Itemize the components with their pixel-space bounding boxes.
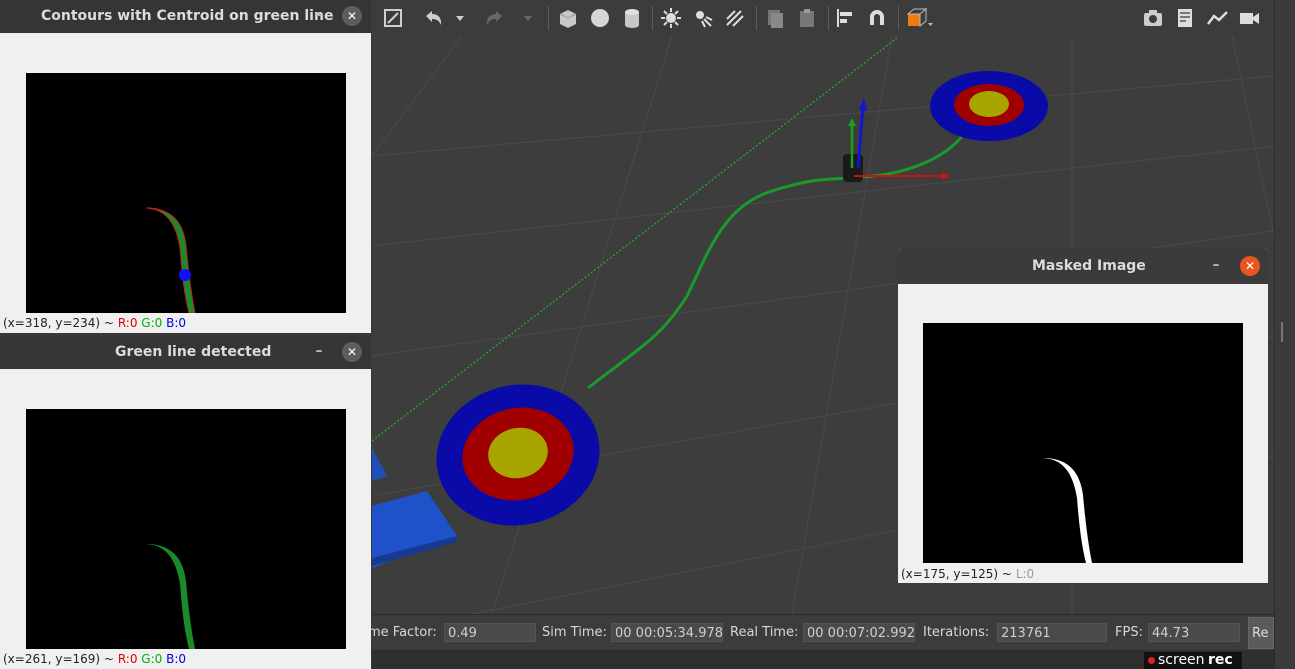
real-time-label: Real Time: [730, 625, 799, 640]
splitter-handle-icon[interactable] [1275, 0, 1295, 669]
green-line-window-titlebar[interactable]: Green line detected – ✕ [0, 336, 371, 369]
close-button[interactable]: ✕ [342, 6, 362, 26]
masked-window-titlebar[interactable]: Masked Image – ✕ [898, 248, 1268, 284]
fps-label: FPS: [1115, 625, 1143, 640]
close-button[interactable]: ✕ [1240, 256, 1260, 276]
contours-window-titlebar[interactable]: Contours with Centroid on green line – ✕ [0, 0, 371, 33]
window-title: Green line detected [115, 344, 272, 360]
time-factor-label: me Factor: [368, 625, 437, 640]
magnet-icon[interactable] [866, 7, 888, 29]
spot-light-icon[interactable] [692, 7, 714, 29]
dropdown-icon[interactable] [454, 7, 466, 29]
cylinder-icon[interactable] [621, 7, 643, 29]
blue-block [372, 448, 387, 481]
copy-icon[interactable] [764, 7, 786, 29]
point-light-icon[interactable] [660, 7, 682, 29]
sim-time-label: Sim Time: [542, 625, 607, 640]
fullscreen-icon[interactable] [382, 7, 404, 29]
window-title: Masked Image [1032, 258, 1146, 274]
mask-render [1043, 458, 1092, 563]
log-icon[interactable] [1174, 7, 1196, 29]
reset-time-button[interactable]: Re [1248, 617, 1274, 649]
undo-icon[interactable] [422, 7, 444, 29]
video-record-icon[interactable] [1238, 7, 1260, 29]
iterations-label: Iterations: [923, 625, 990, 640]
minimize-button[interactable]: – [311, 7, 327, 25]
box-icon[interactable] [557, 7, 579, 29]
green-line-window: Green line detected – ✕ (x=261, y=169) ~… [0, 336, 371, 669]
sim-time-value: 00 00:05:34.978 [611, 623, 723, 642]
right-panel-strip [1274, 0, 1295, 669]
align-icon[interactable] [834, 7, 856, 29]
fps-value: 44.73 [1148, 623, 1240, 642]
dropdown-icon[interactable] [522, 7, 534, 29]
screenshot-icon[interactable] [1142, 7, 1164, 29]
target-far [930, 71, 1048, 141]
contours-window: Contours with Centroid on green line – ✕… [0, 0, 371, 333]
minimize-button[interactable]: – [1208, 257, 1224, 275]
real-time-value: 00 00:07:02.992 [803, 623, 915, 642]
directional-light-icon[interactable] [724, 7, 746, 29]
bottom-strip [372, 650, 1274, 669]
masked-image[interactable] [923, 323, 1243, 563]
close-button[interactable]: ✕ [342, 342, 362, 362]
contours-image[interactable] [26, 73, 346, 314]
pixel-status: (x=318, y=234) ~ R:0 G:0 B:0 [3, 316, 187, 330]
contour-line-render [145, 207, 196, 314]
pixel-status: (x=175, y=125) ~ L:0 [901, 567, 1035, 581]
screenrec-watermark: screen rec [1144, 652, 1242, 669]
plot-icon[interactable] [1206, 7, 1228, 29]
pixel-status: (x=261, y=169) ~ R:0 G:0 B:0 [3, 652, 187, 666]
dotted-guide-line [372, 37, 898, 442]
view-angle-icon[interactable] [904, 7, 934, 29]
iterations-value: 213761 [997, 623, 1107, 642]
redo-icon[interactable] [484, 7, 506, 29]
time-factor-value: 0.49 [444, 623, 536, 642]
record-dot-icon [1148, 657, 1155, 664]
green-line-render [146, 544, 195, 649]
minimize-button[interactable]: – [311, 343, 327, 361]
centroid-marker [179, 269, 191, 281]
sphere-icon[interactable] [589, 7, 611, 29]
masked-image-window: Masked Image – ✕ (x=175, y=125) ~ L:0 [898, 248, 1268, 583]
status-bar: me Factor: 0.49 Sim Time: 00 00:05:34.97… [368, 614, 1274, 651]
window-title: Contours with Centroid on green line [41, 8, 334, 24]
target-near [436, 384, 600, 526]
paste-icon[interactable] [796, 7, 818, 29]
green-line-image[interactable] [26, 409, 346, 649]
gazebo-toolbar [372, 0, 1274, 37]
